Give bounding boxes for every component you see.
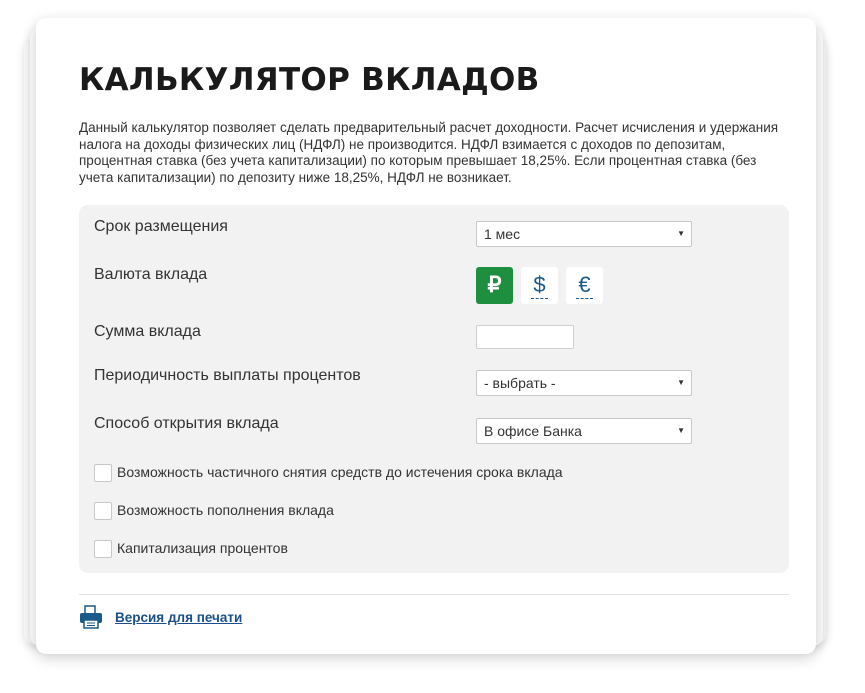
checkbox-label: Капитализация процентов bbox=[117, 540, 288, 556]
chevron-down-icon: ▼ bbox=[677, 426, 685, 435]
partial-withdrawal-checkbox[interactable] bbox=[94, 464, 112, 482]
amount-label: Сумма вклада bbox=[94, 323, 201, 340]
payout-frequency-select[interactable]: - выбрать - ▼ bbox=[476, 370, 692, 396]
currency-usd-button[interactable]: $ bbox=[521, 267, 558, 304]
calculator-form: Срок размещения 1 мес ▼ Валюта вклада ₽ … bbox=[79, 205, 789, 573]
currency-label: Валюта вклада bbox=[94, 266, 208, 283]
opening-method-value: В офисе Банка bbox=[484, 423, 582, 439]
currency-eur-button[interactable]: € bbox=[566, 267, 603, 304]
divider bbox=[79, 594, 789, 595]
page-title: КАЛЬКУЛЯТОР ВКЛАДОВ bbox=[79, 62, 540, 98]
opening-method-label: Способ открытия вклада bbox=[94, 415, 279, 432]
payout-frequency-label: Периодичность выплаты процентов bbox=[94, 367, 361, 384]
ruble-icon: ₽ bbox=[487, 272, 502, 297]
page-description: Данный калькулятор позволяет сделать пре… bbox=[79, 120, 779, 185]
print-version-link[interactable]: Версия для печати bbox=[115, 610, 242, 625]
replenishment-checkbox[interactable] bbox=[94, 502, 112, 520]
amount-input[interactable] bbox=[476, 325, 574, 349]
chevron-down-icon: ▼ bbox=[677, 229, 685, 238]
chevron-down-icon: ▼ bbox=[677, 378, 685, 387]
currency-rub-button[interactable]: ₽ bbox=[476, 267, 513, 304]
checkbox-label: Возможность частичного снятия средств до… bbox=[117, 464, 563, 480]
euro-icon: € bbox=[578, 272, 591, 297]
checkbox-label: Возможность пополнения вклада bbox=[117, 502, 334, 518]
term-select-value: 1 мес bbox=[484, 226, 521, 242]
calculator-card: КАЛЬКУЛЯТОР ВКЛАДОВ Данный калькулятор п… bbox=[36, 18, 816, 654]
opening-method-select[interactable]: В офисе Банка ▼ bbox=[476, 418, 692, 444]
dollar-icon: $ bbox=[533, 272, 546, 297]
capitalization-checkbox[interactable] bbox=[94, 540, 112, 558]
payout-frequency-value: - выбрать - bbox=[484, 375, 556, 391]
term-select[interactable]: 1 мес ▼ bbox=[476, 221, 692, 247]
printer-icon[interactable] bbox=[79, 605, 103, 629]
term-label: Срок размещения bbox=[94, 218, 228, 235]
